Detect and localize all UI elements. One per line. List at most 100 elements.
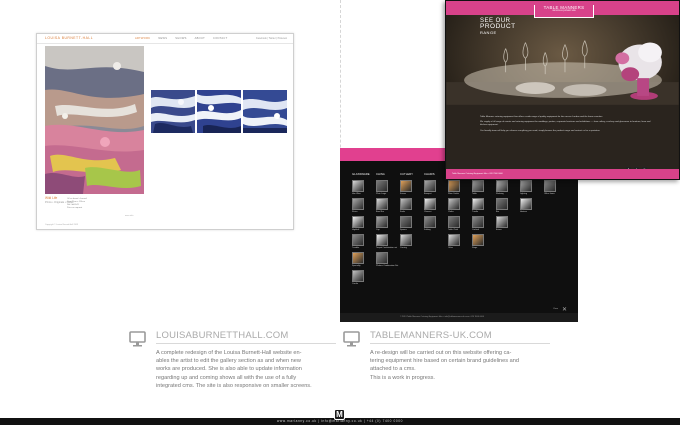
product-label: Chiavari: [424, 211, 432, 213]
lbh-menu-item[interactable]: SHOWS: [175, 37, 186, 40]
product-image: [544, 180, 556, 192]
product-label: Tumbler: [352, 247, 360, 249]
hero-paragraph: Table Manners catering equipment hire of…: [480, 116, 603, 118]
product-label: Plate Large: [376, 193, 387, 195]
product-image: [376, 216, 388, 228]
gallery-thumbnail[interactable]: [197, 90, 241, 133]
title-underline: [370, 343, 550, 344]
product-image: [352, 180, 364, 192]
product-tile[interactable]: Office Items: [544, 180, 566, 201]
product-label: Hire Wine: [352, 193, 361, 195]
product-label: Folding: [424, 229, 431, 231]
product-image: [424, 216, 436, 228]
lbh-menu-item[interactable]: CONTACT: [213, 37, 227, 40]
hero-heading-line3: RANGE: [480, 30, 497, 35]
product-image: [400, 216, 412, 228]
description-line: integrated cms. The site is also respons…: [156, 382, 312, 389]
product-tile[interactable]: Carving: [400, 234, 422, 255]
product-image: [496, 180, 508, 192]
product-tile[interactable]: Platters Combination Set: [376, 252, 398, 273]
description-line: regarding up and coming shows all with t…: [156, 374, 297, 381]
m-logo-letter: M: [336, 410, 343, 419]
product-tile[interactable]: Stage: [472, 234, 494, 255]
m-logo-icon[interactable]: M: [334, 409, 345, 420]
portfolio-page: LOUISA BURNETT-HALL ARTWORK NEWS SHOWS A…: [0, 0, 680, 425]
product-image: [472, 180, 484, 192]
close-label: Close: [553, 308, 559, 310]
featured-painting[interactable]: [45, 46, 144, 194]
project-title-tablemanners[interactable]: TABLEMANNERS-UK.COM: [370, 330, 492, 341]
description-line: This is a work in progress.: [370, 374, 435, 381]
monitor-icon: [129, 331, 146, 347]
product-image: [448, 216, 460, 228]
lbh-menu: ARTWORK NEWS SHOWS ABOUT CONTACT: [135, 37, 228, 40]
product-image: [376, 198, 388, 210]
gallery-thumbnail[interactable]: [151, 90, 195, 133]
product-tile[interactable]: Extras: [496, 216, 518, 237]
product-image: [448, 180, 460, 192]
lbh-menu-item[interactable]: ARTWORK: [135, 37, 150, 40]
product-image: [400, 180, 412, 192]
product-image: [352, 234, 364, 246]
product-image: [424, 198, 436, 210]
lbh-menu-item[interactable]: NEWS: [158, 37, 167, 40]
product-image: [520, 180, 532, 192]
tm-front-footer: Table Manners Catering Equipment Hire • …: [446, 169, 679, 179]
gallery-thumbnail[interactable]: [243, 90, 287, 133]
hero-paragraph: Our friendly team will help you choose e…: [480, 129, 601, 132]
product-label: Teapot Combination set: [376, 247, 398, 249]
product-image: [376, 252, 388, 264]
description-line: ables the artist to edit the gallery sec…: [156, 358, 301, 365]
product-label: Carving: [400, 247, 407, 249]
product-image: [496, 198, 508, 210]
product-image: [352, 270, 364, 282]
more-info-link[interactable]: more info: [125, 215, 133, 217]
product-image: [520, 198, 532, 210]
product-label: Shelving: [496, 193, 504, 195]
product-label: Speciality: [352, 265, 361, 267]
product-tile[interactable]: Heaters: [520, 198, 542, 219]
lbh-menu-item[interactable]: ABOUT: [195, 37, 205, 40]
close-icon[interactable]: ✕: [562, 306, 567, 313]
product-label: Wine Cooler: [448, 193, 460, 195]
description-line: tering equipment hire based on certain b…: [370, 358, 519, 365]
hero-heading: SEE OUR PRODUCT RANGE: [480, 18, 516, 36]
product-tile[interactable]: Other: [448, 234, 470, 255]
product-image: [352, 216, 364, 228]
description-line: works are produced. She is also able to …: [156, 366, 302, 373]
category-tab[interactable]: CHINA: [376, 172, 400, 176]
product-label: Bar: [496, 211, 500, 213]
product-tile[interactable]: Folding: [424, 216, 446, 237]
project-description-louisa: A complete redesign of the Louisa Burnet…: [156, 349, 338, 390]
lbh-navbar: LOUISA BURNETT-HALL ARTWORK NEWS SHOWS A…: [37, 34, 293, 44]
lbh-logo[interactable]: LOUISA BURNETT-HALL: [45, 36, 93, 40]
product-image: [448, 234, 460, 246]
description-line: A re-design will be carried out on this …: [370, 350, 512, 356]
product-label: Table Cloth: [448, 229, 459, 231]
project-title-louisa[interactable]: LOUISABURNETTHALL.COM: [156, 330, 288, 341]
hero-paragraph: We supply a full range of events and cat…: [480, 121, 651, 127]
product-label: Table: [472, 193, 477, 195]
lbh-social-links[interactable]: Facebook | Twitter | Pinterest: [256, 37, 287, 40]
tm-footer: © 2013 Table Manners Catering Equipment …: [340, 313, 578, 322]
product-image: [424, 180, 436, 192]
product-image: [352, 252, 364, 264]
project-description-tablemanners: A re-design will be carried out on this …: [370, 349, 522, 382]
tm-front-footer-text: Table Manners Catering Equipment Hire • …: [452, 173, 503, 175]
category-tab[interactable]: GLASSWARE: [352, 172, 376, 176]
lbh-footer: Copyright © Louisa Burnett-Hall 2013: [45, 224, 79, 226]
product-image: [400, 198, 412, 210]
tablemanners-home-screenshot: TABLE MANNERS CATERING EQUIPMENT HIRE SE…: [445, 0, 680, 180]
category-tab[interactable]: CUTLERY: [400, 172, 424, 176]
product-image: [472, 216, 484, 228]
monitor-icon: [343, 331, 360, 347]
product-label: Platters Combination Set: [376, 265, 399, 267]
product-label: Bowl Sm: [376, 211, 384, 213]
product-label: Cocktail: [472, 229, 480, 231]
product-label: Spoons: [400, 229, 407, 231]
tm-logo[interactable]: TABLE MANNERS CATERING EQUIPMENT HIRE: [534, 5, 594, 18]
product-label: Stage: [472, 247, 478, 249]
product-label: Heaters: [520, 211, 528, 213]
product-label: Banquet: [424, 193, 432, 195]
product-tile[interactable]: Carafe: [352, 270, 374, 291]
